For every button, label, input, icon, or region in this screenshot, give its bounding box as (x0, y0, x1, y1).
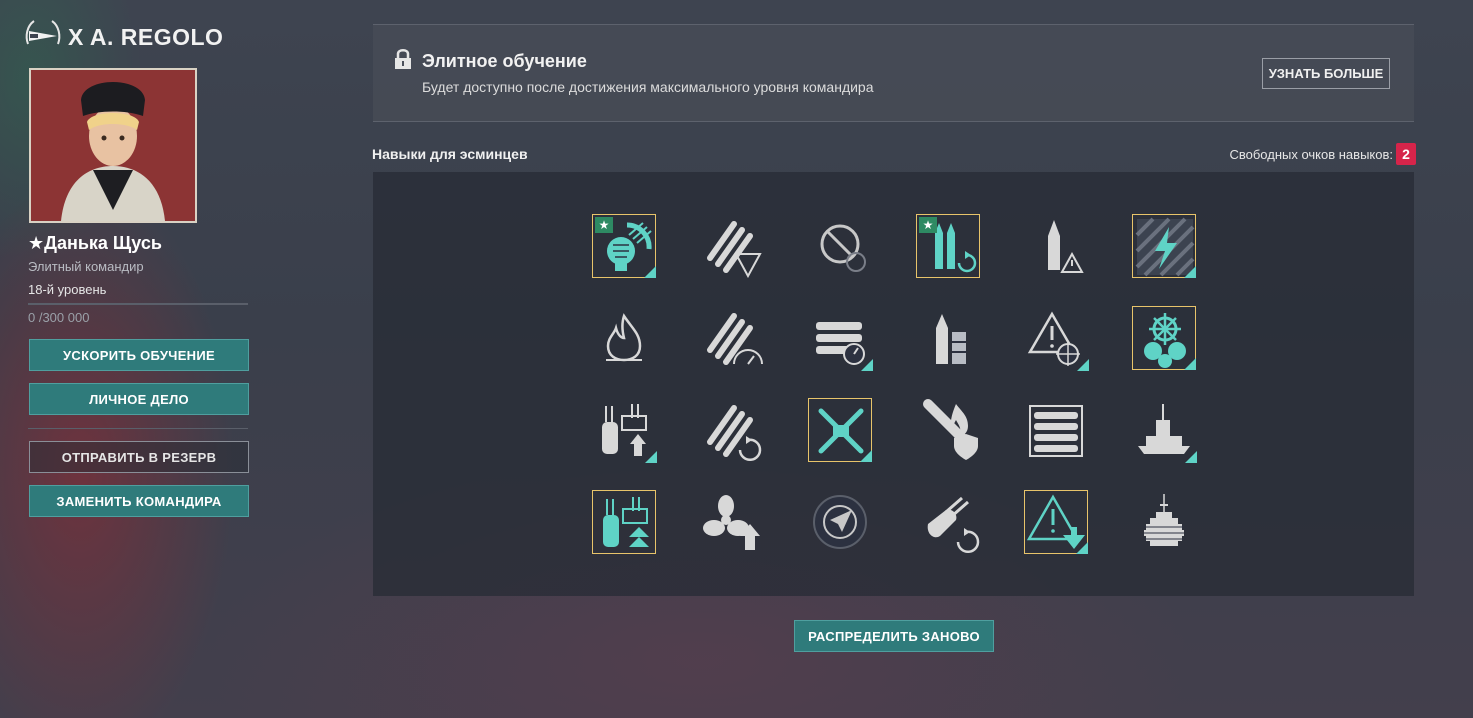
skill-consumables-specialist[interactable] (592, 398, 657, 463)
commander-portrait[interactable] (29, 68, 197, 223)
star-icon: ★ (595, 217, 613, 233)
commander-name: ★Данька Щусь (28, 233, 162, 253)
upgrade-corner-icon (1185, 451, 1197, 463)
skill-swift-fish[interactable] (700, 398, 764, 462)
skill-torpedo-magazines[interactable] (1024, 398, 1088, 462)
skill-main-battery-aa[interactable]: ★ (592, 214, 656, 278)
personal-file-button[interactable]: ЛИЧНОЕ ДЕЛО (29, 383, 249, 415)
skill-superintendent-propeller[interactable] (700, 490, 764, 554)
upgrade-corner-icon (1077, 359, 1089, 371)
sidebar-divider (28, 428, 248, 429)
skill-torpedo-armament-expertise[interactable] (808, 306, 873, 371)
commander-rank: Элитный командир (28, 259, 144, 274)
skill-swift-lightning[interactable] (1132, 214, 1196, 278)
skill-priority-target[interactable] (1024, 306, 1089, 371)
skill-main-battery-ammo[interactable] (916, 306, 980, 370)
free-points-badge: 2 (1396, 143, 1416, 165)
elite-training-title: Элитное обучение (422, 51, 587, 71)
upgrade-corner-icon (861, 359, 873, 371)
ship-name: X A. REGOLO (68, 24, 224, 50)
star-icon: ★ (919, 217, 937, 233)
skill-survivability-expert[interactable] (916, 398, 980, 462)
learn-more-button[interactable]: УЗНАТЬ БОЛЬШЕ (1262, 58, 1390, 89)
skill-consumables-enhancements[interactable] (592, 490, 656, 554)
upgrade-corner-icon (645, 451, 657, 463)
upgrade-corner-icon (860, 450, 872, 462)
xp-value: 0 /300 000 (28, 310, 90, 325)
upgrade-corner-icon (644, 266, 656, 278)
upgrade-corner-icon (1184, 358, 1196, 370)
lock-icon (394, 48, 412, 75)
skill-torpedo-acceleration[interactable] (700, 214, 764, 278)
skill-main-battery-reload[interactable] (916, 490, 980, 554)
anchor-emblem-icon (24, 18, 62, 57)
ship-title: X A. REGOLO (24, 18, 223, 57)
skill-radio-location[interactable] (808, 490, 872, 554)
skill-extra-heavy-ammunition[interactable] (808, 398, 872, 462)
upgrade-corner-icon (1076, 542, 1088, 554)
skill-ship-survivability[interactable] (1132, 398, 1197, 463)
accelerate-training-button[interactable]: УСКОРИТЬ ОБУЧЕНИЕ (29, 339, 249, 371)
free-points-label: Свободных очков навыков: (1229, 147, 1393, 162)
replace-commander-button[interactable]: ЗАМЕНИТЬ КОМАНДИРА (29, 485, 249, 517)
xp-progress-bar (28, 303, 248, 305)
skills-grid (373, 172, 1414, 596)
skill-demolition-expert[interactable] (1024, 214, 1088, 278)
redistribute-button[interactable]: РАСПРЕДЕЛИТЬ ЗАНОВО (794, 620, 994, 652)
skill-disabled-slot[interactable] (808, 214, 872, 278)
upgrade-corner-icon (1184, 266, 1196, 278)
skill-last-stand[interactable] (1132, 306, 1196, 370)
elite-training-panel (373, 24, 1414, 122)
send-to-reserve-button[interactable]: ОТПРАВИТЬ В РЕЗЕРВ (29, 441, 249, 473)
skill-fill-the-tubes[interactable] (700, 306, 764, 370)
skill-fire-prevention[interactable] (592, 306, 656, 370)
commander-level: 18-й уровень (28, 282, 107, 297)
skills-heading: Навыки для эсминцев (372, 146, 528, 162)
skill-dazzle[interactable] (1024, 490, 1088, 554)
skill-gun-feeder[interactable]: ★ (916, 214, 980, 278)
skill-ship-profile[interactable] (1132, 490, 1196, 554)
elite-training-subtitle: Будет доступно после достижения максимал… (422, 79, 874, 95)
